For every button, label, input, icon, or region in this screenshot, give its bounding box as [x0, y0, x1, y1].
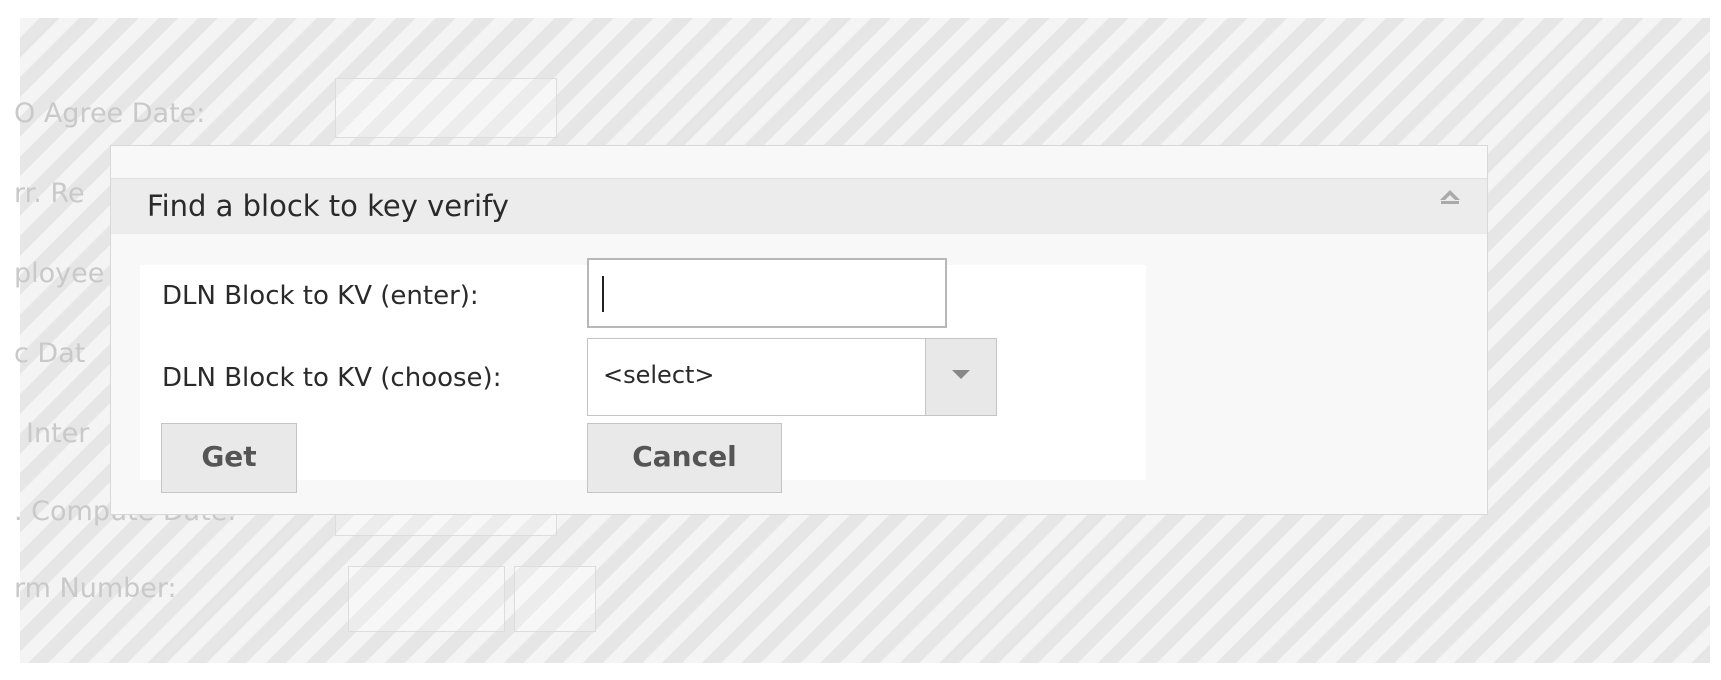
collapse-icon-glyph — [1440, 190, 1460, 204]
screen: O Agree Date: rr. Re ployee c Dat Inter … — [0, 0, 1721, 680]
background-field — [348, 566, 505, 632]
background-label: rm Number: — [14, 573, 177, 604]
background-label: O Agree Date: — [14, 98, 206, 129]
background-label: rr. Re — [14, 178, 85, 209]
background-field — [335, 78, 557, 138]
background-label: ployee — [14, 258, 105, 289]
text-caret — [602, 276, 604, 312]
background-label: Inter — [26, 418, 90, 449]
background-label: c Dat — [14, 338, 86, 369]
collapse-icon[interactable] — [1435, 187, 1465, 207]
dln-choose-label: DLN Block to KV (choose): — [162, 363, 502, 393]
get-button[interactable]: Get — [161, 423, 297, 493]
dialog-title: Find a block to key verify — [147, 189, 509, 223]
dln-enter-label: DLN Block to KV (enter): — [162, 281, 479, 311]
dln-enter-input[interactable] — [587, 258, 947, 328]
chevron-down-icon — [952, 370, 970, 379]
select-selected-value: <select> — [603, 361, 715, 389]
cancel-button[interactable]: Cancel — [587, 423, 782, 493]
dialog-header[interactable]: Find a block to key verify — [111, 178, 1487, 234]
dropdown-arrow-button[interactable] — [925, 339, 996, 415]
dln-choose-select[interactable]: <select> — [587, 338, 997, 416]
background-field — [514, 566, 596, 632]
